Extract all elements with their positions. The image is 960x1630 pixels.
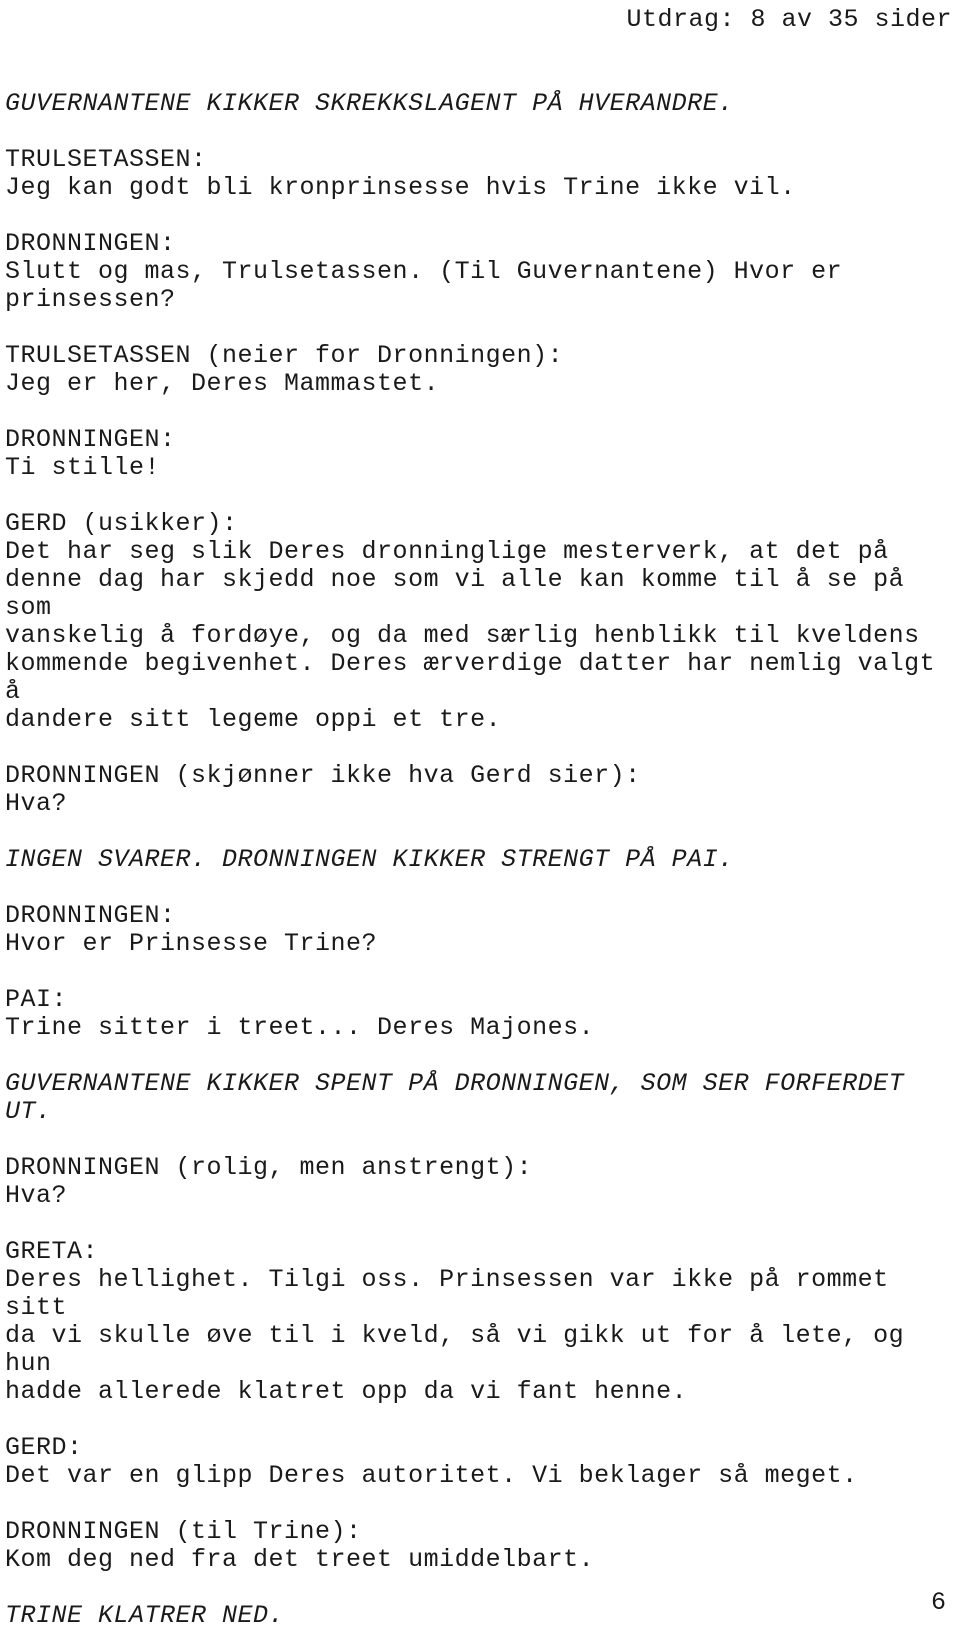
dialogue-line: Trine sitter i treet... Deres Majones. (5, 1013, 595, 1042)
dialogue-line: Slutt og mas, Trulsetassen. (Til Guverna… (5, 257, 843, 286)
dialogue-line: da vi skulle øve til i kveld, så vi gikk… (5, 1321, 920, 1378)
character-cue: DRONNINGEN: (5, 901, 176, 930)
dialogue-block: GERD (usikker): Det har seg slik Deres dr… (5, 510, 954, 734)
page-number: 6 (930, 1588, 946, 1617)
dialogue-line: Hvor er Prinsesse Trine? (5, 929, 378, 958)
stage-direction-block: INGEN SVARER. DRONNINGEN KIKKER STRENGT … (5, 846, 954, 874)
character-cue: DRONNINGEN (til Trine): (5, 1517, 362, 1546)
character-cue: DRONNINGEN (skjønner ikke hva Gerd sier)… (5, 761, 641, 790)
character-cue: GERD: (5, 1433, 83, 1462)
header-spacer (5, 34, 954, 90)
dialogue-line: Jeg er her, Deres Mammastet. (5, 369, 440, 398)
stage-direction-text: TRINE KLATRER NED. (5, 1601, 285, 1630)
screenplay-body: GUVERNANTENE KIKKER SKREKKSLAGENT PÅ HVE… (5, 90, 954, 1630)
dialogue-block: DRONNINGEN: Slutt og mas, Trulsetassen. (… (5, 230, 954, 314)
dialogue-block: DRONNINGEN: Hvor er Prinsesse Trine? (5, 902, 954, 958)
character-cue: DRONNINGEN: (5, 425, 176, 454)
dialogue-line: Det har seg slik Deres dronninglige mest… (5, 537, 889, 566)
dialogue-line: Hva? (5, 789, 68, 818)
stage-direction-block: GUVERNANTENE KIKKER SPENT PÅ DRONNINGEN,… (5, 1070, 954, 1126)
character-cue: DRONNINGEN: (5, 229, 176, 258)
dialogue-block: DRONNINGEN (rolig, men anstrengt): Hva? (5, 1154, 954, 1210)
dialogue-line: prinsessen? (5, 285, 176, 314)
dialogue-block: TRULSETASSEN: Jeg kan godt bli kronprinse… (5, 146, 954, 202)
stage-direction-text: GUVERNANTENE KIKKER SPENT PÅ DRONNINGEN,… (5, 1069, 920, 1126)
character-cue: GRETA: (5, 1237, 99, 1266)
dialogue-line: dandere sitt legeme oppi et tre. (5, 705, 502, 734)
dialogue-block: GRETA: Deres hellighet. Tilgi oss. Prinse… (5, 1238, 954, 1406)
dialogue-block: DRONNINGEN: Ti stille! (5, 426, 954, 482)
character-cue: GERD (usikker): (5, 509, 238, 538)
dialogue-line: Kom deg ned fra det treet umiddelbart. (5, 1545, 595, 1574)
stage-direction-block: GUVERNANTENE KIKKER SKREKKSLAGENT PÅ HVE… (5, 90, 954, 118)
character-cue: DRONNINGEN (rolig, men anstrengt): (5, 1153, 533, 1182)
dialogue-line: vanskelig å fordøye, og da med særlig he… (5, 621, 920, 650)
dialogue-line: Hva? (5, 1181, 68, 1210)
character-cue: TRULSETASSEN: (5, 145, 207, 174)
dialogue-block: TRULSETASSEN (neier for Dronningen): Jeg … (5, 342, 954, 398)
stage-direction-text: GUVERNANTENE KIKKER SKREKKSLAGENT PÅ HVE… (5, 89, 734, 118)
dialogue-block: DRONNINGEN (skjønner ikke hva Gerd sier)… (5, 762, 954, 818)
dialogue-line: Jeg kan godt bli kronprinsesse hvis Trin… (5, 173, 796, 202)
dialogue-line: Ti stille! (5, 453, 161, 482)
stage-direction-text: INGEN SVARER. DRONNINGEN KIKKER STRENGT … (5, 845, 734, 874)
dialogue-block: PAI: Trine sitter i treet... Deres Majone… (5, 986, 954, 1042)
dialogue-line: hadde allerede klatret opp da vi fant he… (5, 1377, 688, 1406)
document-page: Utdrag: 8 av 35 sider GUVERNANTENE KIKKE… (0, 0, 960, 1630)
running-header: Utdrag: 8 av 35 sider (626, 5, 952, 34)
dialogue-line: Deres hellighet. Tilgi oss. Prinsessen v… (5, 1265, 905, 1322)
dialogue-block: GERD: Det var en glipp Deres autoritet. V… (5, 1434, 954, 1490)
character-cue: TRULSETASSEN (neier for Dronningen): (5, 341, 564, 370)
dialogue-line: denne dag har skjedd noe som vi alle kan… (5, 565, 920, 622)
character-cue: PAI: (5, 985, 68, 1014)
stage-direction-block: TRINE KLATRER NED. (5, 1602, 954, 1630)
dialogue-line: Det var en glipp Deres autoritet. Vi bek… (5, 1461, 858, 1490)
dialogue-block: DRONNINGEN (til Trine): Kom deg ned fra d… (5, 1518, 954, 1574)
dialogue-line: kommende begivenhet. Deres ærverdige dat… (5, 649, 951, 706)
